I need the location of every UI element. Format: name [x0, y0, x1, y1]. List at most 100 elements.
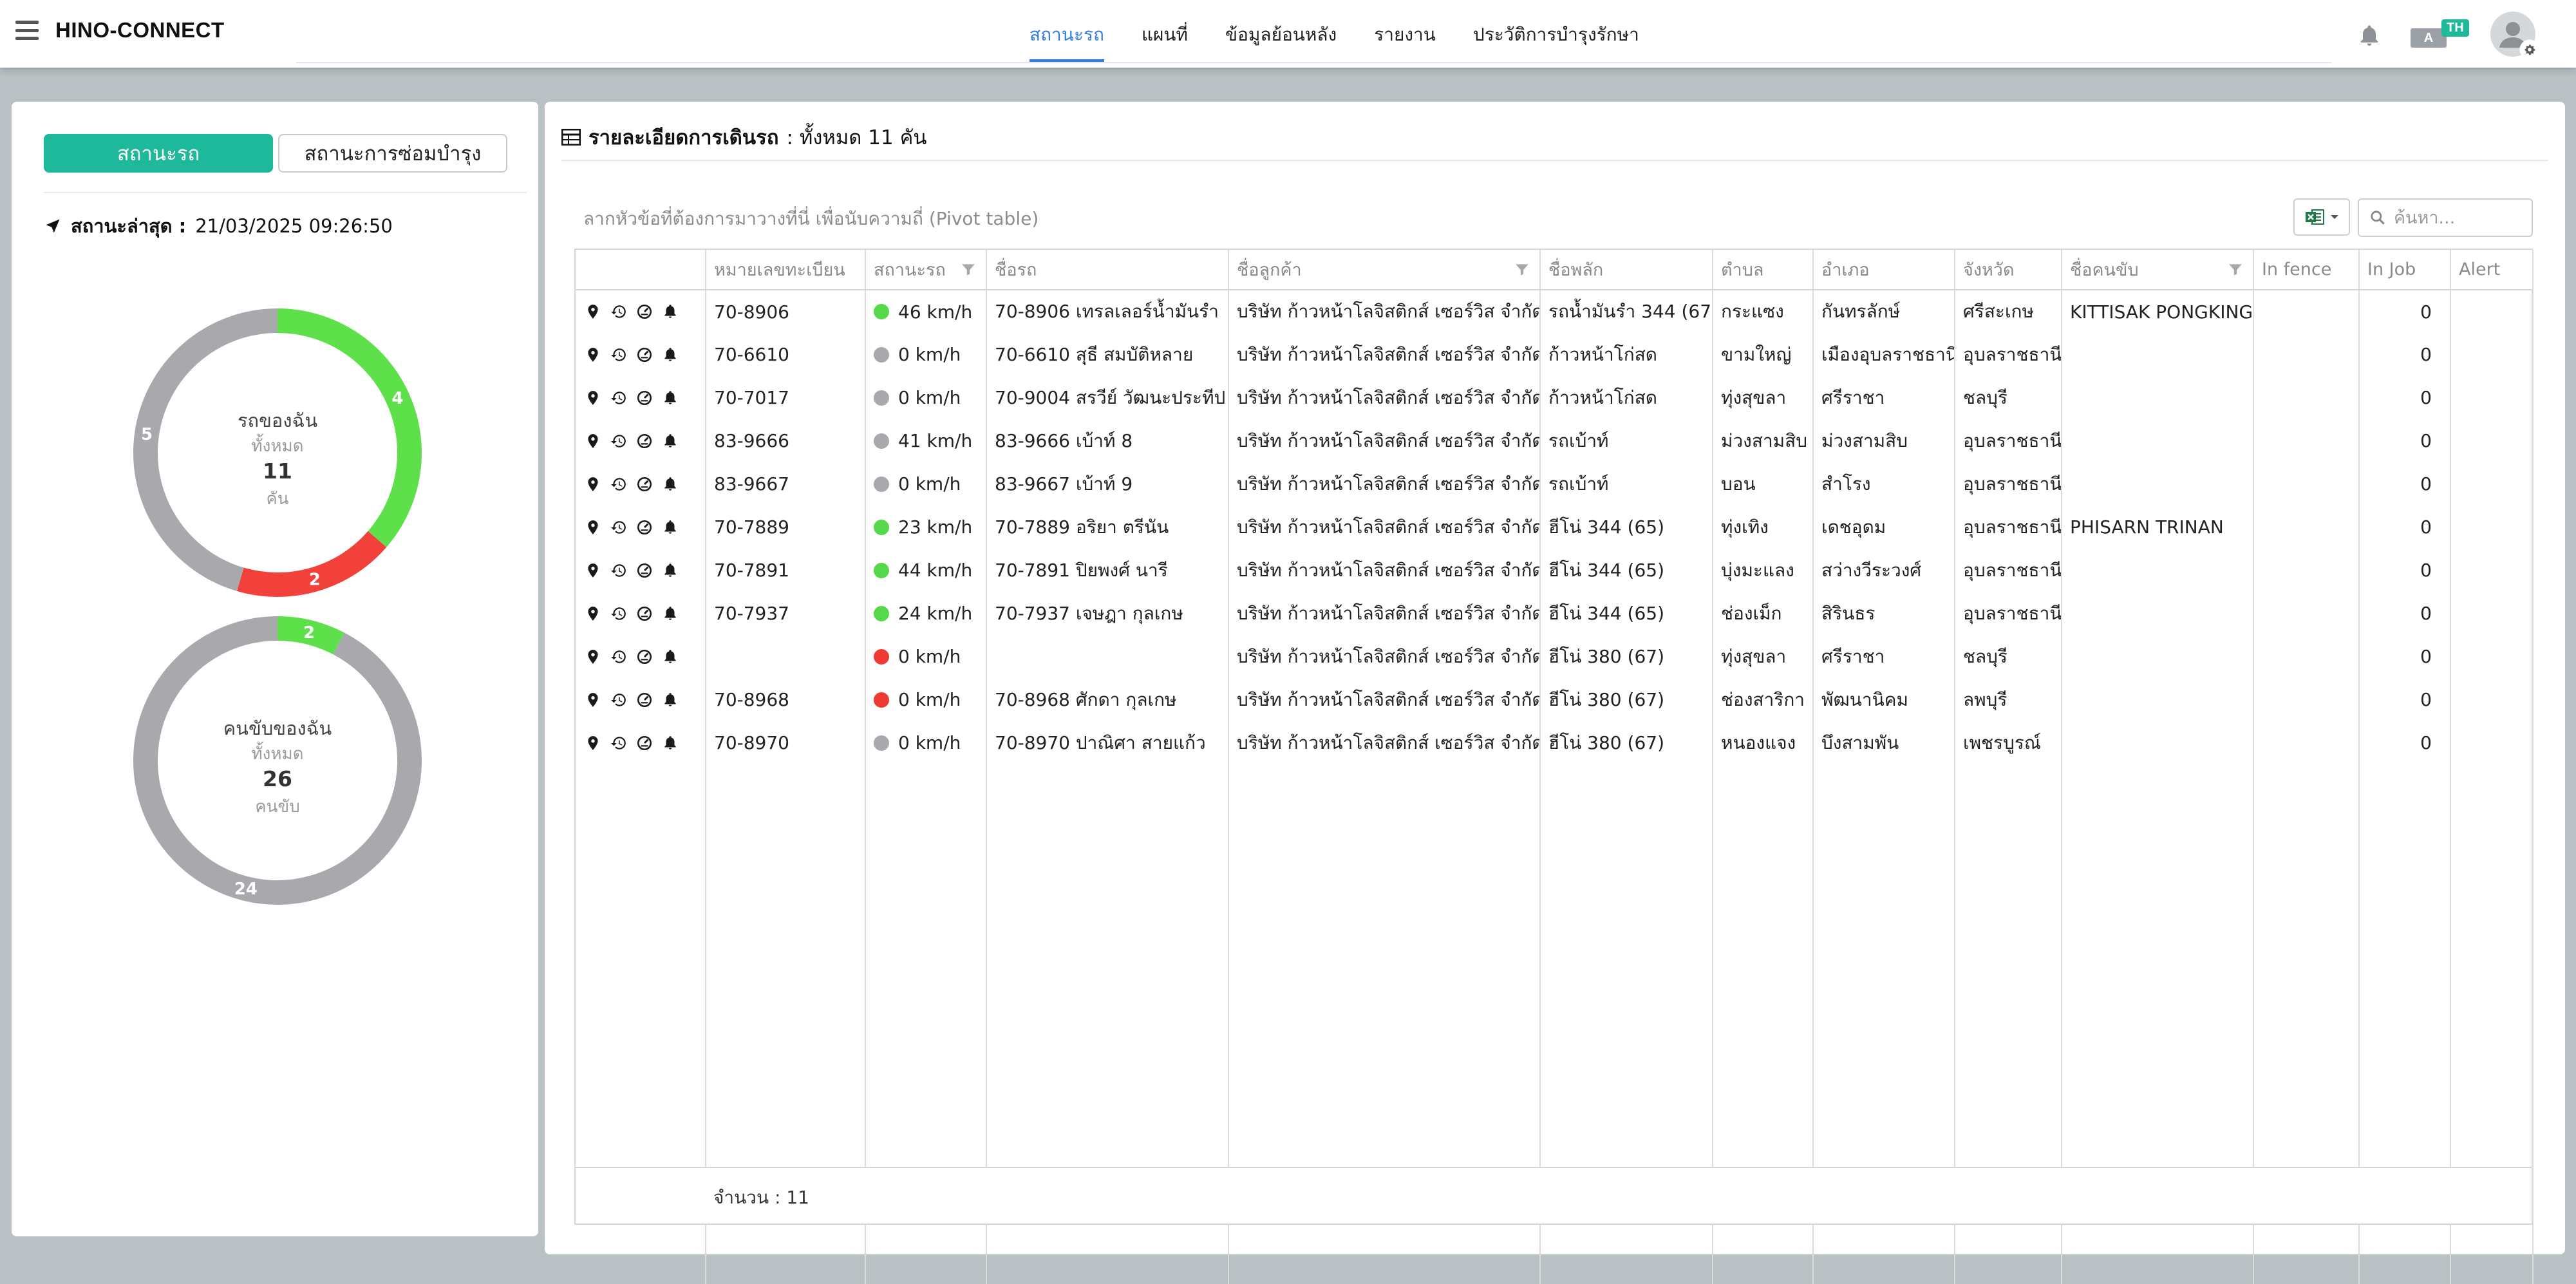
col-driver[interactable]: ชื่อคนขับ — [2062, 250, 2254, 290]
col-vehicle-name[interactable]: ชื่อรถ — [986, 250, 1229, 290]
map-pin-icon[interactable] — [585, 735, 601, 751]
settings-gear-icon[interactable] — [2519, 39, 2541, 61]
notification-bell-icon[interactable] — [2356, 23, 2382, 49]
tab-vehicle-status[interactable]: สถานะรถ — [44, 134, 273, 173]
cell-plate: 70-7937 — [706, 592, 866, 635]
history-icon[interactable] — [610, 735, 627, 751]
speed-gauge-icon[interactable] — [636, 346, 653, 363]
map-pin-icon[interactable] — [585, 605, 601, 622]
tab-maintenance-status[interactable]: สถานะการซ่อมบำรุง — [278, 134, 507, 173]
alert-bell-icon[interactable] — [662, 605, 679, 622]
map-pin-icon[interactable] — [585, 692, 601, 708]
history-icon[interactable] — [610, 346, 627, 363]
speed-gauge-icon[interactable] — [636, 692, 653, 708]
table-row[interactable]: 70-6610 0 km/h 70-6610 สุธี สมบัติหลาย บ… — [576, 333, 2534, 376]
cell-vehicle-name: 70-8906 เทรลเลอร์น้ำมันรำ — [986, 290, 1229, 333]
history-icon[interactable] — [610, 692, 627, 708]
col-subdistrict[interactable]: ตำบล — [1713, 250, 1814, 290]
col-province[interactable]: จังหวัด — [1955, 250, 2062, 290]
filter-icon[interactable] — [2227, 261, 2244, 278]
cell-subdistrict: ขามใหญ่ — [1713, 333, 1814, 376]
history-icon[interactable] — [610, 476, 627, 493]
col-alert[interactable]: Alert — [2450, 250, 2534, 290]
alert-bell-icon[interactable] — [662, 562, 679, 579]
user-avatar[interactable] — [2490, 12, 2540, 60]
nav-tab-maintenance[interactable]: ประวัติการบำรุงรักษา — [1454, 0, 1658, 63]
alert-bell-icon[interactable] — [662, 303, 679, 320]
map-pin-icon[interactable] — [585, 303, 601, 320]
alert-bell-icon[interactable] — [662, 692, 679, 708]
vehicle-donut-chart[interactable]: 4 2 5 รถของฉัน ทั้งหมด 11 คัน — [129, 304, 426, 601]
map-pin-icon[interactable] — [585, 562, 601, 579]
history-icon[interactable] — [610, 303, 627, 320]
table-row[interactable]: 83-9667 0 km/h 83-9667 เบ้าท์ 9 บริษัท ก… — [576, 462, 2534, 505]
map-pin-icon[interactable] — [585, 519, 601, 536]
col-status[interactable]: สถานะรถ — [865, 250, 987, 290]
speed-gauge-icon[interactable] — [636, 390, 653, 406]
map-pin-icon[interactable] — [585, 476, 601, 493]
alert-bell-icon[interactable] — [662, 519, 679, 536]
table-row[interactable]: 70-7937 24 km/h 70-7937 เจษฎา กุลเกษ บริ… — [576, 592, 2534, 635]
col-plate[interactable]: หมายเลขทะเบียน — [706, 250, 866, 290]
alert-bell-icon[interactable] — [662, 390, 679, 406]
history-icon[interactable] — [610, 519, 627, 536]
table-row[interactable]: 70-8906 46 km/h 70-8906 เทรลเลอร์น้ำมันร… — [576, 290, 2534, 333]
filter-icon[interactable] — [960, 261, 977, 278]
history-icon[interactable] — [610, 433, 627, 449]
nav-tab-vehicle-status[interactable]: สถานะรถ — [1011, 0, 1123, 63]
col-in-job[interactable]: In Job — [2359, 250, 2451, 290]
history-icon[interactable] — [610, 562, 627, 579]
history-icon[interactable] — [610, 390, 627, 406]
history-icon[interactable] — [610, 605, 627, 622]
search-input[interactable] — [2394, 207, 2523, 228]
cell-province: ชลบุรี — [1955, 376, 2062, 419]
alert-bell-icon[interactable] — [662, 346, 679, 363]
alert-bell-icon[interactable] — [662, 735, 679, 751]
nav-tab-report[interactable]: รายงาน — [1355, 0, 1454, 63]
cell-customer: บริษัท ก้าวหน้าโลจิสติกส์ เซอร์วิส จำกัด — [1228, 376, 1541, 419]
map-pin-icon[interactable] — [585, 346, 601, 363]
col-in-fence[interactable]: In fence — [2253, 250, 2360, 290]
nav-tab-map[interactable]: แผนที่ — [1123, 0, 1207, 63]
table-row[interactable]: 70-8968 0 km/h 70-8968 ศักดา กุลเกษ บริษ… — [576, 678, 2534, 721]
table-row[interactable]: 83-9666 41 km/h 83-9666 เบ้าท์ 8 บริษัท … — [576, 419, 2534, 462]
speed-gauge-icon[interactable] — [636, 303, 653, 320]
cell-customer: บริษัท ก้าวหน้าโลจิสติกส์ เซอร์วิส จำกัด — [1228, 635, 1541, 678]
speed-gauge-icon[interactable] — [636, 433, 653, 449]
map-pin-icon[interactable] — [585, 648, 601, 665]
table-row[interactable]: 70-7891 44 km/h 70-7891 ปิยพงศ์ นารี บริ… — [576, 549, 2534, 592]
col-district[interactable]: อำเภอ — [1813, 250, 1955, 290]
speed-gauge-icon[interactable] — [636, 605, 653, 622]
driver-donut-chart[interactable]: 2 24 คนขับของฉัน ทั้งหมด 26 คนขับ — [129, 612, 426, 909]
vehicle-donut-segment-label: 4 — [391, 389, 403, 408]
cell-customer: บริษัท ก้าวหน้าโลจิสติกส์ เซอร์วิส จำกัด — [1228, 419, 1541, 462]
speed-gauge-icon[interactable] — [636, 562, 653, 579]
nav-tab-history[interactable]: ข้อมูลย้อนหลัง — [1207, 0, 1355, 63]
table-row[interactable]: 70-7889 23 km/h 70-7889 อริยา ตรีนัน บริ… — [576, 505, 2534, 549]
map-pin-icon[interactable] — [585, 390, 601, 406]
language-switch-button[interactable]: A TH — [2411, 19, 2472, 52]
export-excel-button[interactable] — [2293, 198, 2350, 236]
driver-donut-svg: 2 24 คนขับของฉันทั้งหมด26 คนขับ — [133, 616, 422, 905]
table-body: 70-8906 46 km/h 70-8906 เทรลเลอร์น้ำมันร… — [576, 290, 2534, 1284]
speed-gauge-icon[interactable] — [636, 648, 653, 665]
speed-gauge-icon[interactable] — [636, 476, 653, 493]
col-customer[interactable]: ชื่อลูกค้า — [1228, 250, 1541, 290]
row-actions — [576, 678, 706, 721]
table-row[interactable]: 70-8970 0 km/h 70-8970 ปาณิศา สายแก้ว บร… — [576, 721, 2534, 764]
history-icon[interactable] — [610, 648, 627, 665]
cell-base: ฮีโน่ 344 (65) — [1540, 549, 1713, 592]
col-base[interactable]: ชื่อพลัก — [1540, 250, 1713, 290]
pivot-drop-zone[interactable]: ลากหัวข้อที่ต้องการมาวางที่นี่ เพื่อนับค… — [583, 205, 1039, 233]
table-row[interactable]: 0 km/h บริษัท ก้าวหน้าโลจิสติกส์ เซอร์วิ… — [576, 635, 2534, 678]
cell-customer: บริษัท ก้าวหน้าโลจิสติกส์ เซอร์วิส จำกัด — [1228, 678, 1541, 721]
alert-bell-icon[interactable] — [662, 648, 679, 665]
alert-bell-icon[interactable] — [662, 476, 679, 493]
speed-gauge-icon[interactable] — [636, 519, 653, 536]
table-row[interactable]: 70-7017 0 km/h 70-9004 สรวีย์ วัฒนะประที… — [576, 376, 2534, 419]
map-pin-icon[interactable] — [585, 433, 601, 449]
alert-bell-icon[interactable] — [662, 433, 679, 449]
filter-icon[interactable] — [1514, 261, 1530, 278]
speed-gauge-icon[interactable] — [636, 735, 653, 751]
menu-icon[interactable] — [15, 21, 39, 40]
